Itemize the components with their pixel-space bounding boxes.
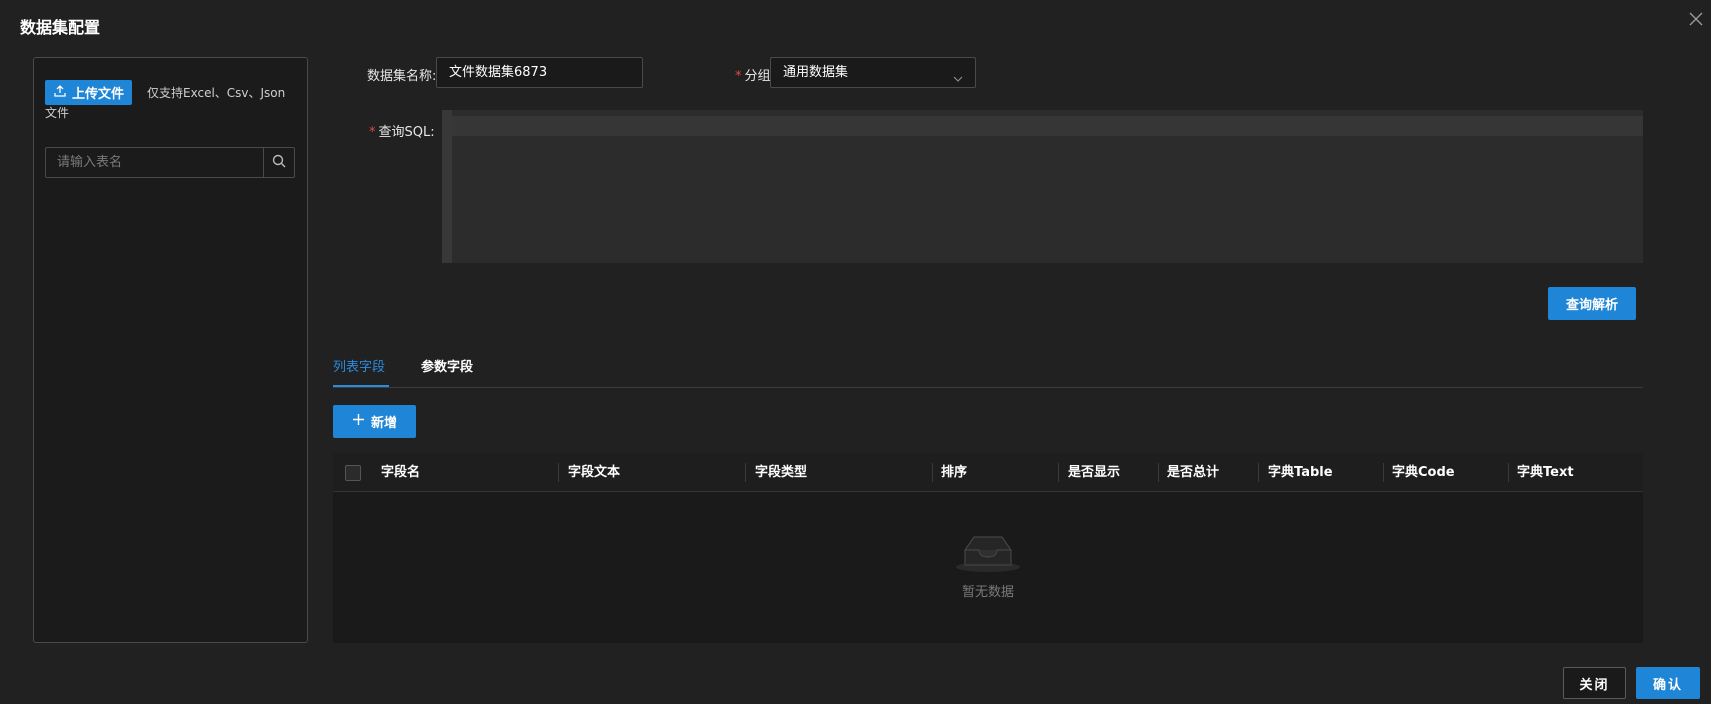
column-header: 字典Text [1517,465,1574,480]
column-header: 字段名 [381,465,421,480]
dialog-title: 数据集配置 [20,18,101,37]
upload-file-button[interactable]: 上传文件 [45,80,133,105]
sql-label: * 查询SQL: [369,121,435,140]
sql-editor[interactable] [442,110,1643,263]
column-divider [1258,463,1259,482]
chevron-down-icon [952,67,964,96]
dataset-name-input[interactable]: 文件数据集6873 [436,57,643,88]
column-divider [1508,463,1509,482]
parse-query-button[interactable]: 查询解析 [1548,287,1636,320]
confirm-button[interactable]: 确认 [1636,667,1700,699]
tab-param-fields[interactable]: 参数字段 [421,356,477,387]
group-select[interactable]: 通用数据集 [770,57,976,88]
empty-inbox-icon [955,536,1021,577]
table-header: 字段名 字段文本 字段类型 排序 是否显示 是否总计 字典Table 字典Cod… [333,453,1643,492]
upload-icon [54,84,66,101]
close-button[interactable]: 关闭 [1563,667,1626,699]
dataset-name-label: 数据集名称: [367,69,437,84]
column-header: 字段文本 [568,465,621,480]
plus-icon [352,413,365,430]
close-icon[interactable] [1686,9,1706,29]
column-divider [1058,463,1059,482]
column-header: 是否总计 [1167,465,1220,480]
sql-editor-gutter [442,110,452,263]
group-label: * 分组: [735,65,775,84]
column-divider [745,463,746,482]
column-header: 字典Table [1268,465,1333,480]
table-search-input[interactable] [46,148,263,177]
field-tabs: 列表字段 参数字段 [333,352,1643,388]
column-divider [1158,463,1159,482]
column-header: 字典Code [1392,465,1455,480]
column-divider [932,463,933,482]
search-icon [272,153,286,172]
column-header: 字段类型 [755,465,808,480]
table-search [45,147,295,178]
tab-list-fields[interactable]: 列表字段 [333,356,389,387]
group-select-value: 通用数据集 [783,65,849,80]
search-button[interactable] [263,148,294,177]
select-all-checkbox[interactable] [345,465,361,481]
file-panel: 仅支持Excel、Csv、Json文件 上传文件 [33,57,308,643]
column-divider [558,463,559,482]
required-mark: * [369,125,376,140]
upload-file-label: 上传文件 [72,87,125,102]
column-header: 是否显示 [1068,465,1121,480]
required-mark: * [735,69,742,84]
sql-label-text: 查询SQL: [378,125,435,140]
add-field-button[interactable]: 新增 [333,405,416,438]
column-divider [1383,463,1384,482]
add-field-label: 新增 [370,416,397,431]
column-header: 排序 [941,465,968,480]
sql-editor-active-line [452,116,1643,136]
empty-state-text: 暂无数据 [961,585,1014,600]
fields-table: 字段名 字段文本 字段类型 排序 是否显示 是否总计 字典Table 字典Cod… [333,453,1643,643]
empty-state: 暂无数据 [333,529,1643,600]
